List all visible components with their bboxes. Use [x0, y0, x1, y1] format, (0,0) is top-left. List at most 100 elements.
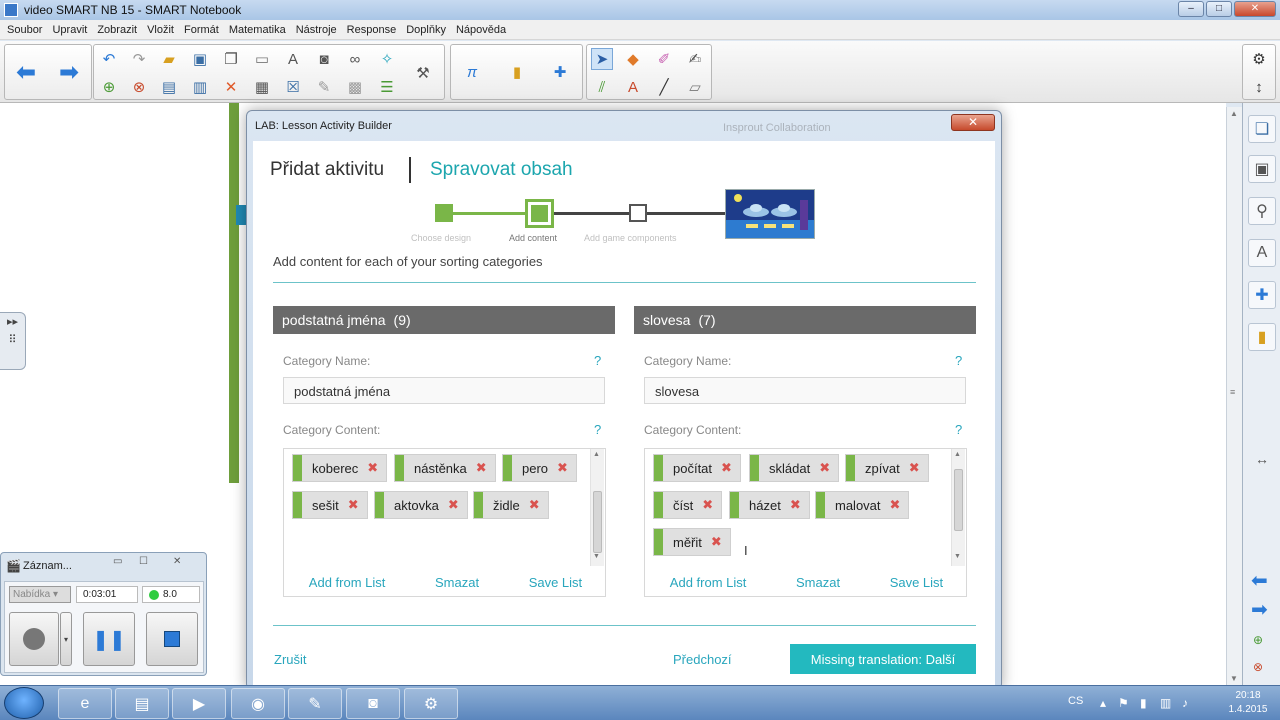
paste-icon[interactable]: ❐ [220, 48, 242, 70]
stop-button[interactable] [146, 612, 198, 666]
add-from-list-link[interactable]: Add from List [670, 575, 747, 590]
remove-icon[interactable]: ✖ [711, 534, 722, 550]
content-chip[interactable]: aktovka ✖ [374, 491, 468, 519]
text-tool-icon[interactable]: A [282, 48, 304, 70]
menu-zobrazit[interactable]: Zobrazit [97, 24, 137, 36]
recorder-close-button[interactable]: ✕ [173, 556, 181, 567]
redo-icon[interactable]: ↷ [128, 48, 150, 70]
delete-icon[interactable]: ✕ [220, 76, 242, 98]
recorder-minimize-button[interactable]: ▭ [113, 556, 122, 567]
menu-matematika[interactable]: Matematika [229, 24, 286, 36]
tab-add-activity[interactable]: Přidat aktivitu [270, 159, 384, 181]
menu-nastroje[interactable]: Nástroje [296, 24, 337, 36]
help-icon[interactable]: ? [594, 422, 601, 437]
remove-icon[interactable]: ✖ [721, 460, 732, 476]
recorder-maximize-button[interactable]: ☐ [139, 556, 148, 567]
add-from-list-link[interactable]: Add from List [309, 575, 386, 590]
content-chip[interactable]: číst ✖ [653, 491, 723, 519]
response-icon[interactable]: ▮ [506, 61, 528, 83]
clock[interactable]: 20:18 1.4.2015 [1218, 689, 1278, 717]
explorer-icon[interactable]: ▤ [115, 688, 169, 719]
remove-icon[interactable]: ✖ [476, 460, 487, 476]
minimize-button[interactable]: – [1178, 1, 1204, 17]
screen-icon[interactable]: ▣ [189, 48, 211, 70]
remove-icon[interactable]: ✖ [702, 497, 713, 513]
recorder-menu-select[interactable]: Nabídka ▾ [9, 586, 71, 603]
remove-icon[interactable]: ✖ [790, 497, 801, 513]
flag-icon[interactable]: ⚑ [1118, 696, 1129, 710]
content-chip[interactable]: sešit ✖ [292, 491, 368, 519]
creative-pen-icon[interactable]: ⫽ [591, 76, 613, 98]
pen-icon[interactable]: ✎ [313, 76, 335, 98]
menu-soubor[interactable]: Soubor [7, 24, 42, 36]
line-icon[interactable]: ╱ [653, 76, 675, 98]
math-icon[interactable]: π [461, 61, 483, 83]
menu-vlozit[interactable]: Vložit [147, 24, 174, 36]
close-button[interactable]: ✕ [1234, 1, 1276, 17]
help-icon[interactable]: ? [594, 353, 601, 368]
add-page-side-icon[interactable]: ⊕ [1253, 633, 1263, 647]
record-options-button[interactable]: ▾ [60, 612, 72, 666]
step-add-game-components[interactable] [629, 204, 647, 222]
content-chip[interactable]: koberec ✖ [292, 454, 388, 482]
content-chip[interactable]: skládat ✖ [749, 454, 840, 482]
remove-icon[interactable]: ✖ [909, 460, 920, 476]
battery-icon[interactable]: ▮ [1140, 696, 1147, 710]
remove-icon[interactable]: ✖ [819, 460, 830, 476]
forward-arrow-icon[interactable]: ➡ [58, 59, 80, 86]
content-chip[interactable]: nástěnka ✖ [394, 454, 496, 482]
content-scrollbar[interactable]: ▲ ▼ [951, 449, 965, 566]
eraser-pen-icon[interactable]: ✐ [653, 48, 675, 70]
content-chip[interactable]: házet ✖ [729, 491, 810, 519]
puzzle-icon[interactable]: ✚ [549, 61, 571, 83]
page-sorter-icon[interactable]: ❏ [1248, 115, 1276, 143]
delete-page-side-icon[interactable]: ⊗ [1253, 660, 1263, 674]
content-scrollbar[interactable]: ▲ ▼ [590, 449, 604, 566]
tray-expand-icon[interactable]: ▴ [1100, 696, 1106, 710]
back-arrow-icon[interactable]: ⬅ [15, 59, 37, 86]
add-page-icon[interactable]: ⊕ [98, 76, 120, 98]
start-button[interactable] [4, 687, 44, 719]
maximize-button[interactable]: □ [1206, 1, 1232, 17]
content-chip[interactable]: zpívat ✖ [845, 454, 929, 482]
ie-icon[interactable]: e [58, 688, 112, 719]
next-button[interactable]: Missing translation: Další [790, 644, 976, 674]
notebook-icon[interactable]: ✎ [288, 688, 342, 719]
gallery-icon[interactable]: ▣ [1248, 155, 1276, 183]
remove-icon[interactable]: ✖ [557, 460, 568, 476]
menu-napoveda[interactable]: Nápověda [456, 24, 506, 36]
properties-icon[interactable]: A [1248, 239, 1276, 267]
cancel-link[interactable]: Zrušit [274, 652, 307, 667]
remove-icon[interactable]: ✖ [448, 497, 459, 513]
recorder-task-icon[interactable]: ⚙ [404, 688, 458, 719]
remove-icon[interactable]: ✖ [367, 460, 378, 476]
menu-response[interactable]: Response [347, 24, 397, 36]
step-choose-design[interactable] [435, 204, 453, 222]
help-icon[interactable]: ? [955, 353, 962, 368]
select-arrow-icon[interactable]: ➤ [591, 48, 613, 70]
save-list-link[interactable]: Save List [890, 575, 943, 590]
gear-icon[interactable]: ⚙ [1248, 48, 1270, 70]
tab-manage-content[interactable]: Spravovat obsah [430, 159, 573, 181]
pause-button[interactable]: ❚❚ [83, 612, 135, 666]
eraser-icon[interactable]: ▱ [684, 76, 706, 98]
attachments-icon[interactable]: ⚲ [1248, 197, 1276, 225]
undo-icon[interactable]: ↶ [98, 48, 120, 70]
menu-doplnky[interactable]: Doplňky [406, 24, 446, 36]
dialog-close-button[interactable]: ✕ [951, 114, 995, 131]
delete-link[interactable]: Smazat [435, 575, 479, 590]
previous-link[interactable]: Předchozí [673, 652, 732, 667]
save-list-link[interactable]: Save List [529, 575, 582, 590]
menu-format[interactable]: Formát [184, 24, 219, 36]
language-indicator[interactable]: CS [1068, 695, 1083, 707]
canvas-scrollbar[interactable]: ▲ ≡ ▼ [1226, 107, 1242, 685]
content-chip[interactable]: měřit ✖ [653, 528, 731, 556]
network-icon[interactable]: ▥ [1160, 696, 1171, 710]
toolbar-extra-icon[interactable]: ⚒ [412, 62, 434, 84]
left-drawer-tab[interactable]: ▸▸ ⠿ [0, 312, 26, 370]
screen-shade-icon[interactable]: ▭ [251, 48, 273, 70]
magic-pen-icon[interactable]: ✍ [684, 48, 706, 70]
category-name-input[interactable]: slovesa [644, 377, 966, 404]
grid-icon[interactable]: ▩ [344, 76, 366, 98]
addons-icon[interactable]: ✚ [1248, 281, 1276, 309]
